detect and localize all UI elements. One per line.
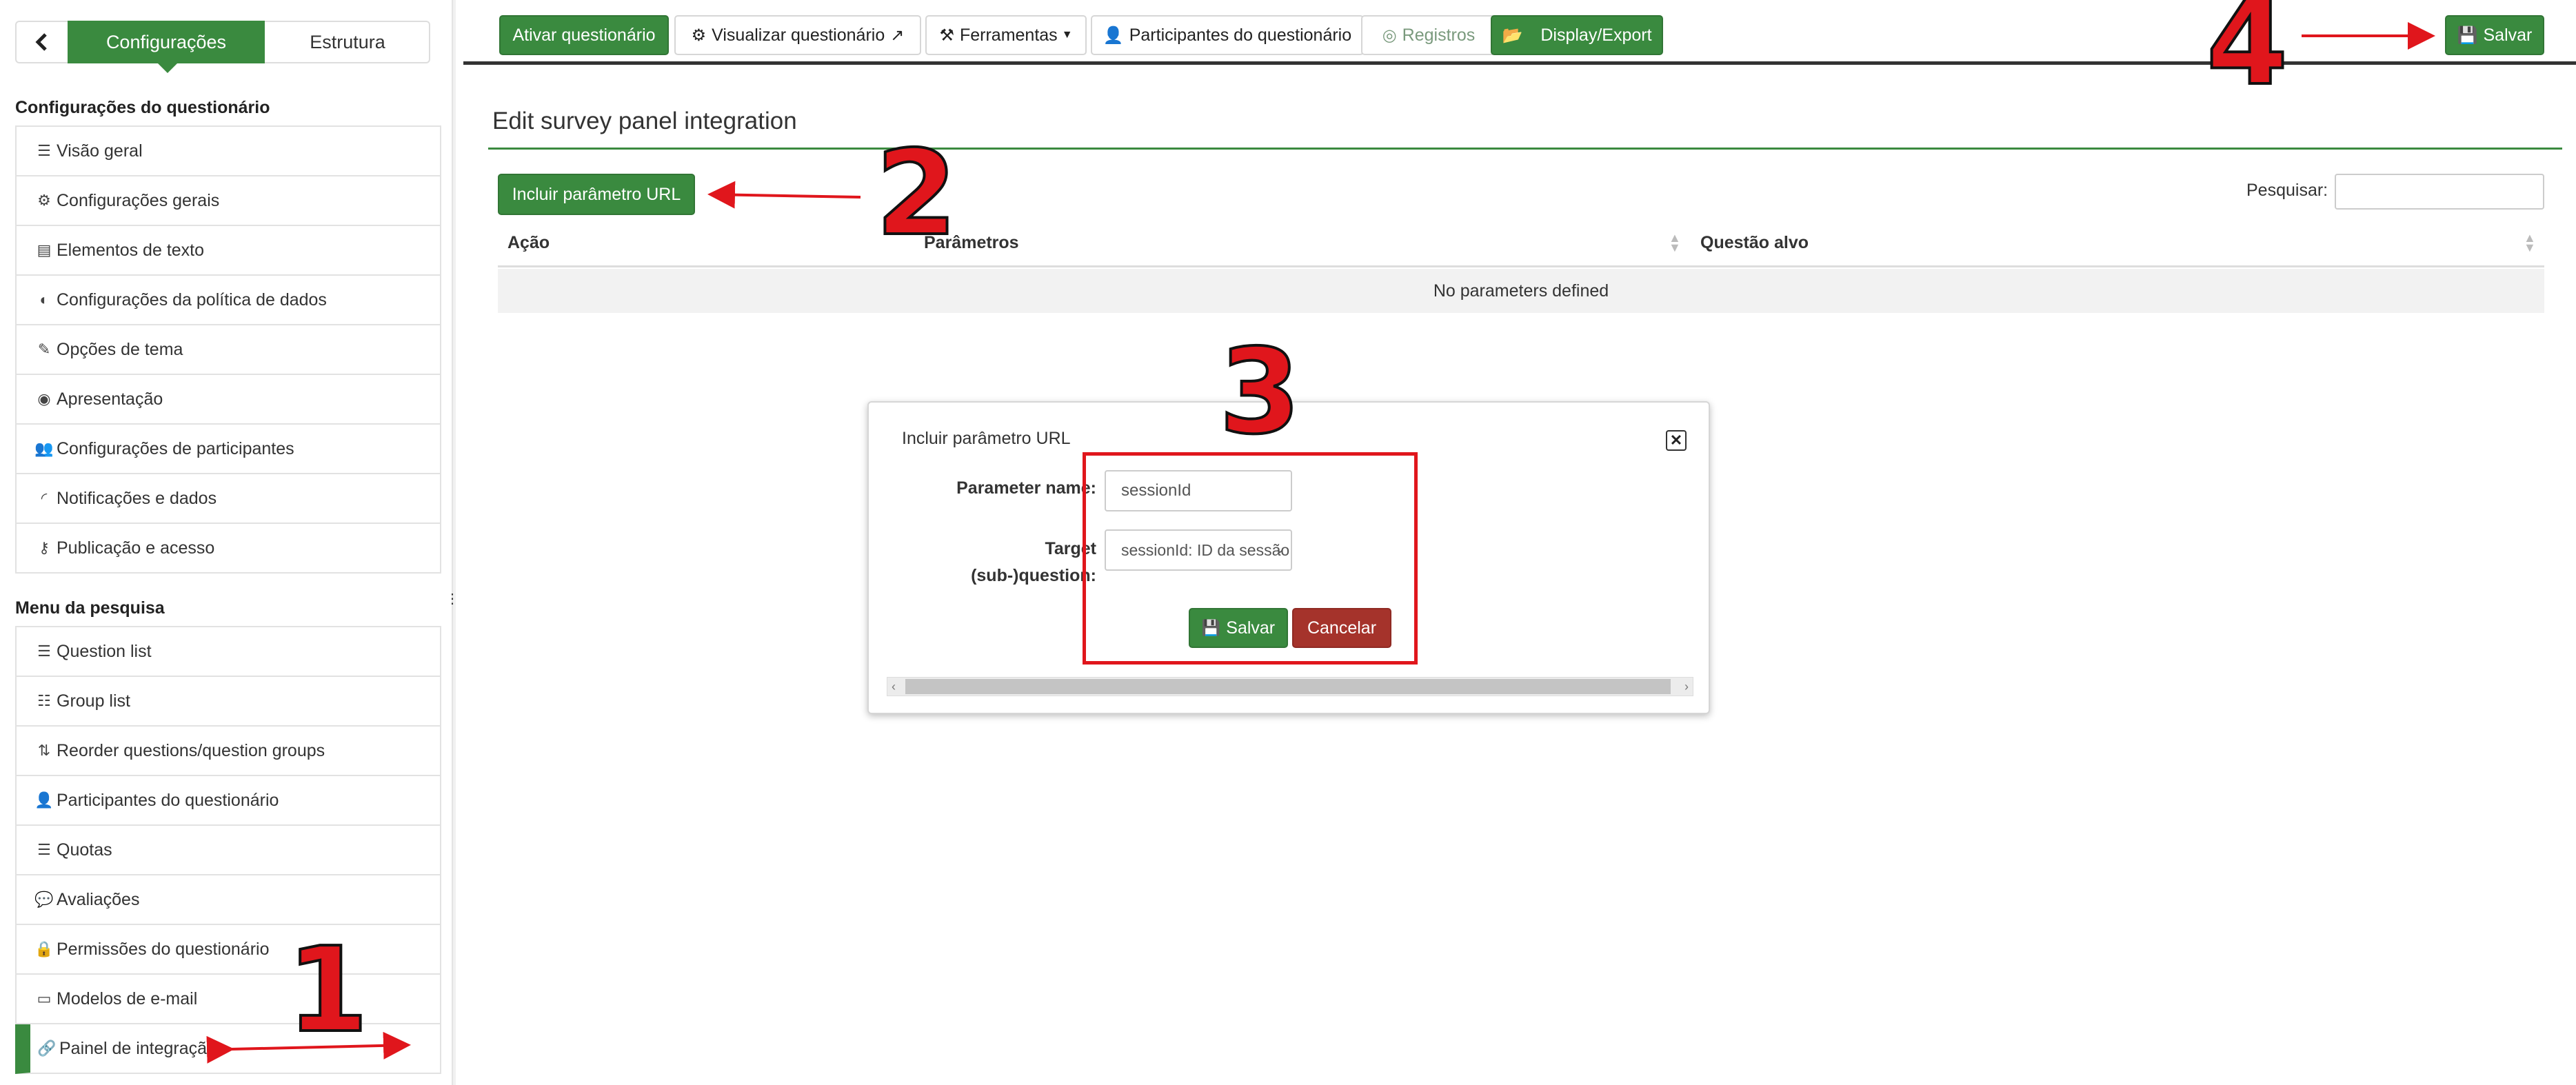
annotation-number-3: 3 bbox=[1218, 324, 1302, 460]
annotation-number-1: 1 bbox=[285, 922, 370, 1059]
annotation-number-2: 2 bbox=[874, 125, 958, 262]
annotation-arrows bbox=[206, 22, 2435, 1064]
annotation-number-4: 4 bbox=[2205, 0, 2289, 112]
annotation-arrow-2 bbox=[707, 181, 861, 209]
